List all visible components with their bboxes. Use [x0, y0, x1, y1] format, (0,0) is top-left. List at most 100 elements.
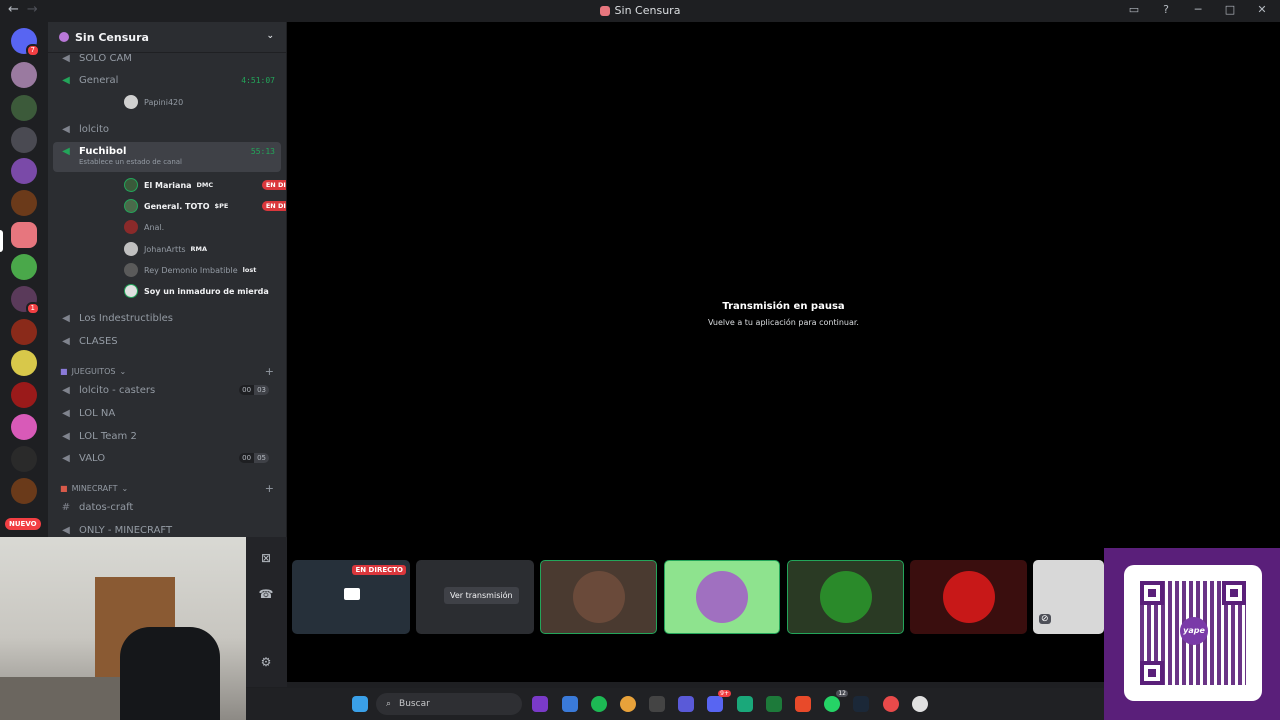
add-channel-button[interactable]: +: [265, 482, 274, 495]
github-icon[interactable]: [649, 696, 665, 712]
user-count: 00: [239, 385, 255, 395]
help-icon[interactable]: ?: [1158, 3, 1174, 16]
excel-icon[interactable]: [766, 696, 782, 712]
unread-badge: 1: [25, 302, 40, 315]
logitech-icon[interactable]: [912, 696, 928, 712]
participant-tile[interactable]: ⊘: [1033, 560, 1104, 634]
spotify-icon[interactable]: [591, 696, 607, 712]
channel-label: lolcito: [79, 123, 109, 135]
taskbar: ⌕ Buscar 9+ 12: [246, 688, 1104, 720]
phone-hangup-icon[interactable]: ☎: [256, 587, 276, 601]
steam-icon[interactable]: [853, 696, 869, 712]
speaker-icon: ◀: [62, 524, 70, 536]
voice-user[interactable]: JohanArtts RMA ⊘ ⊘ ◧: [124, 240, 286, 258]
voice-user[interactable]: Papini420: [124, 93, 286, 111]
channel-lol-team2[interactable]: ◀ LOL Team 2: [53, 426, 281, 446]
category-label: MINECRAFT: [71, 484, 118, 493]
stream-tile[interactable]: EN DIRECTO: [292, 560, 410, 634]
avatar: [696, 571, 748, 623]
channel-label: CLASES: [79, 335, 118, 347]
channel-label: Fuchibol: [79, 146, 127, 157]
avatar: [572, 571, 625, 623]
channel-lolcito-casters[interactable]: ◀ lolcito - casters 00 03: [53, 380, 281, 400]
server-icon[interactable]: [11, 62, 37, 88]
voice-user[interactable]: Soy un inmaduro de mierda: [124, 282, 286, 300]
chevron-down-icon: ⌄: [121, 484, 129, 493]
server-icon[interactable]: 1: [11, 286, 40, 315]
channel-clases[interactable]: ◀ CLASES: [53, 331, 281, 351]
app-icon[interactable]: [883, 696, 899, 712]
user-name: Anal.: [144, 222, 165, 232]
disconnect-screen-icon[interactable]: ⊠: [256, 551, 276, 565]
add-channel-button[interactable]: +: [265, 365, 274, 378]
taskbar-search[interactable]: ⌕ Buscar: [376, 693, 522, 715]
category-jueguitos[interactable]: ■ JUEGUITOS ⌄ +: [60, 365, 274, 378]
server-icon[interactable]: [11, 478, 37, 504]
app-icon[interactable]: [562, 696, 578, 712]
channel-valo[interactable]: ◀ VALO 00 05: [53, 448, 281, 468]
live-badge: EN DIRECTO: [352, 565, 406, 575]
user-name: JohanArtts: [144, 244, 186, 254]
server-icon[interactable]: [11, 127, 37, 153]
brave-icon[interactable]: [795, 696, 811, 712]
channel-lol-na[interactable]: ◀ LOL NA: [53, 403, 281, 423]
channel-label: Los Indestructibles: [79, 312, 173, 324]
channel-only-minecraft[interactable]: ◀ ONLY - MINECRAFT: [53, 520, 281, 537]
server-icon[interactable]: [11, 190, 37, 216]
channel-general[interactable]: ◀ General 4:51:07: [53, 70, 281, 90]
voice-user[interactable]: Rey Demonio Imbatible lost: [124, 261, 286, 279]
speaker-icon: ◀: [62, 452, 70, 464]
close-icon[interactable]: ✕: [1254, 3, 1270, 16]
app-icon[interactable]: [737, 696, 753, 712]
chrome-icon[interactable]: [620, 696, 636, 712]
server-icon[interactable]: [11, 382, 37, 408]
windows-start-icon[interactable]: [352, 696, 368, 712]
speaker-icon: ◀: [62, 430, 70, 442]
channel-fuchibol[interactable]: ◀ Fuchibol 55:13 Establece un estado de …: [53, 142, 281, 172]
chevron-down-icon[interactable]: ⌄: [266, 31, 274, 41]
voice-user[interactable]: Anal.: [124, 218, 286, 236]
home-discord-icon[interactable]: 7: [11, 28, 40, 57]
server-icon[interactable]: [11, 158, 37, 184]
participant-tile[interactable]: [787, 560, 904, 634]
teams-icon[interactable]: [678, 696, 694, 712]
participant-tile[interactable]: [910, 560, 1027, 634]
watch-stream-button[interactable]: Ver transmisión: [444, 587, 519, 604]
participant-tile[interactable]: [540, 560, 657, 634]
avatar: [942, 571, 995, 623]
qr-finder: [1222, 581, 1246, 605]
user-tag: lost: [242, 266, 257, 274]
stream-tile[interactable]: Ver transmisión: [416, 560, 534, 634]
channel-datos-craft[interactable]: # datos-craft: [53, 497, 281, 517]
yape-qr-panel: yape: [1104, 548, 1280, 720]
minimize-icon[interactable]: ─: [1190, 3, 1206, 16]
maximize-icon[interactable]: □: [1222, 3, 1238, 16]
server-icon[interactable]: [11, 254, 37, 280]
server-icon[interactable]: [11, 350, 37, 376]
server-icon[interactable]: [11, 414, 37, 440]
channel-lolcito[interactable]: ◀ lolcito: [53, 119, 281, 139]
voice-user[interactable]: El Mariana DMC EN DIRECTO: [124, 176, 286, 194]
channel-solo-cam[interactable]: ◀ SOLO CAM: [53, 48, 281, 68]
user-tag: DMC: [196, 181, 214, 189]
channel-status[interactable]: Establece un estado de canal: [79, 158, 182, 166]
channel-los-indestructibles[interactable]: ◀ Los Indestructibles: [53, 308, 281, 328]
gear-icon[interactable]: ⚙: [256, 655, 276, 669]
nuevo-badge[interactable]: NUEVO: [5, 518, 41, 530]
server-icon[interactable]: [11, 319, 37, 345]
hash-icon: #: [61, 501, 71, 513]
voice-user[interactable]: General. TOTO $PE EN DIRECTO: [124, 197, 286, 215]
participant-tile[interactable]: [664, 560, 780, 634]
category-minecraft[interactable]: ■ MINECRAFT ⌄ +: [60, 482, 274, 495]
user-max: 05: [254, 453, 269, 463]
inbox-icon[interactable]: ▭: [1126, 3, 1142, 16]
live-badge: EN DIRECTO: [261, 180, 286, 190]
app-icon[interactable]: [532, 696, 548, 712]
discord-icon[interactable]: 9+: [707, 690, 731, 712]
pause-title: Transmisión en pausa: [722, 301, 845, 312]
whatsapp-icon[interactable]: 12: [824, 690, 848, 712]
server-icon-active[interactable]: [11, 222, 37, 248]
server-rail: 7 1 NUEVO: [0, 22, 48, 537]
server-icon[interactable]: [11, 95, 37, 121]
server-icon[interactable]: [11, 446, 37, 472]
